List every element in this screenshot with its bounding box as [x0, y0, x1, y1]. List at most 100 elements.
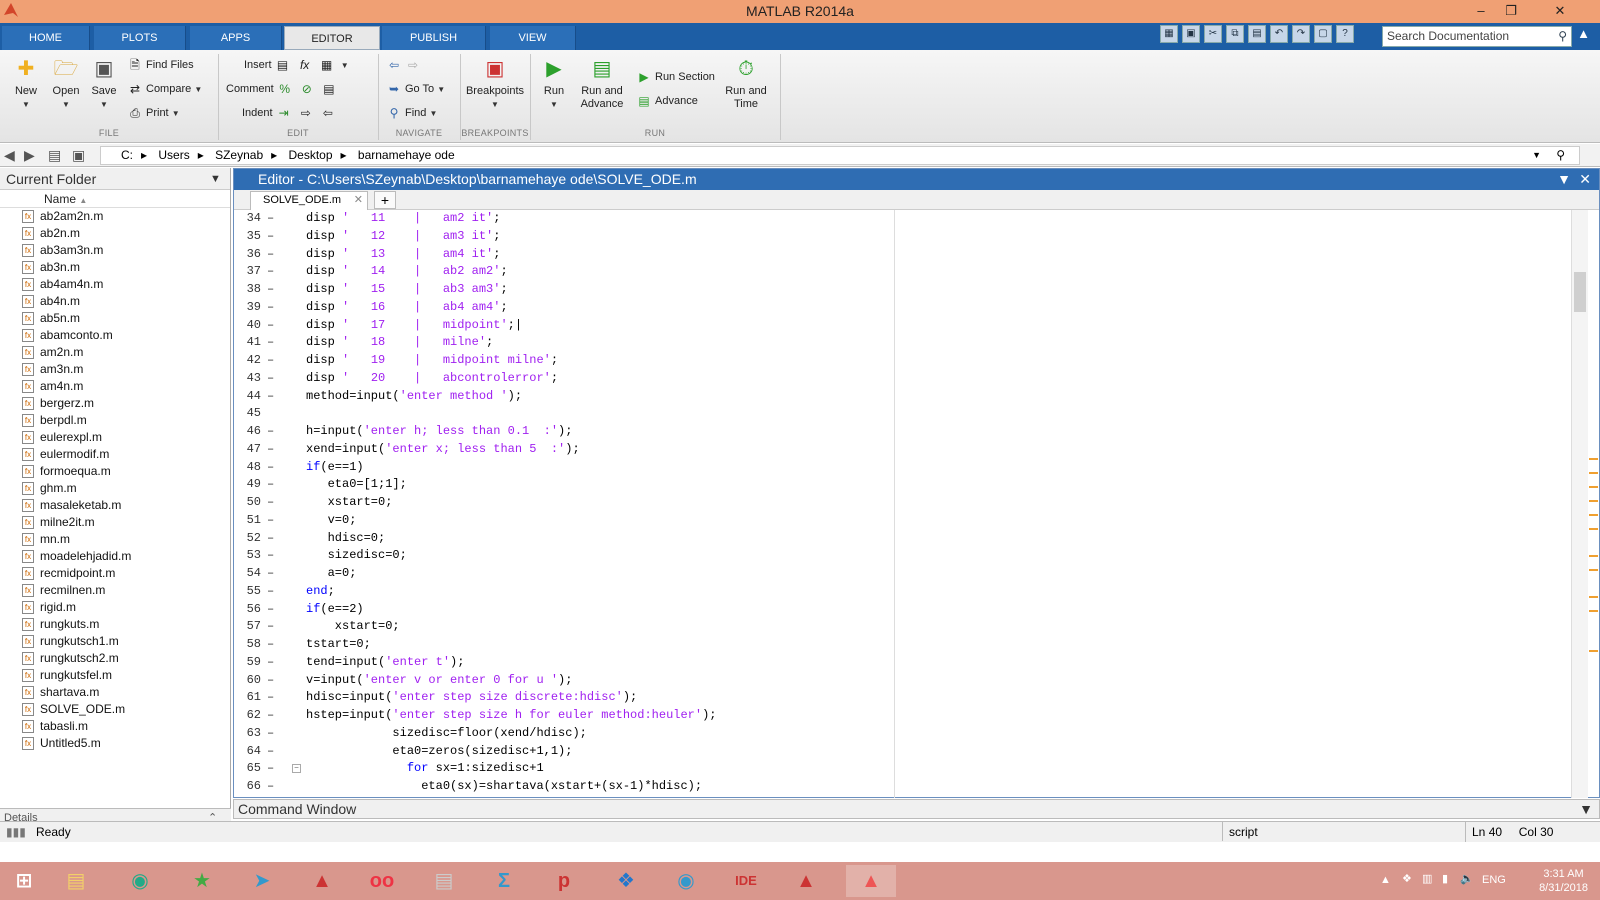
tab-editor[interactable]: EDITOR — [284, 26, 380, 50]
warning-mark[interactable] — [1589, 486, 1598, 488]
code-line[interactable]: 38– disp ' 15 | ab3 am3'; — [234, 281, 1572, 299]
dropbox-icon[interactable]: ❖ — [606, 865, 646, 897]
comment-button[interactable]: Comment % ⊘ ▤ — [226, 80, 340, 98]
oo-app-icon[interactable]: oo — [362, 865, 402, 897]
acrobat-icon[interactable]: ▲ — [786, 865, 826, 897]
paste-icon[interactable]: ▤ — [1248, 25, 1266, 43]
file-item[interactable]: fx SOLVE_ODE.m — [0, 701, 230, 718]
file-item[interactable]: fx formoequa.m — [0, 463, 230, 480]
breakpoint-marker[interactable]: – — [267, 725, 274, 743]
breakpoint-marker[interactable]: – — [267, 689, 274, 707]
dropbox-tray-icon[interactable]: ❖ — [1402, 872, 1412, 885]
code-line[interactable]: 43– disp ' 20 | abcontrolerror'; — [234, 370, 1572, 388]
file-item[interactable]: fx Untitled5.m — [0, 735, 230, 752]
signal-icon[interactable]: ▮ — [1442, 872, 1448, 885]
sigma-app-icon[interactable]: Σ — [484, 865, 524, 897]
code-line[interactable]: 60– v=input('enter v or enter 0 for u '); — [234, 672, 1572, 690]
code-line[interactable]: 55– end; — [234, 583, 1572, 601]
file-item[interactable]: fx berpdl.m — [0, 412, 230, 429]
breadcrumb-item[interactable]: SZeynab — [215, 148, 263, 162]
breakpoint-marker[interactable]: – — [267, 778, 274, 796]
breakpoint-marker[interactable]: – — [267, 583, 274, 601]
shield-app-icon[interactable]: ◉ — [666, 865, 706, 897]
run-and-time-button[interactable]: ⏱ Run and Time — [720, 56, 772, 111]
uncomment-icon[interactable]: ⊘ — [299, 82, 315, 96]
file-item[interactable]: fx milne2it.m — [0, 514, 230, 531]
code-area[interactable]: 34– disp ' 11 | am2 it'; 35– disp ' 12 | am… — [234, 210, 1572, 798]
code-line[interactable]: 62– hstep=input('enter step size h for eu… — [234, 707, 1572, 725]
panel-menu-icon[interactable]: ▼ — [210, 168, 221, 190]
open-button[interactable]: 🗁 Open ▼ — [46, 56, 86, 111]
breakpoint-marker[interactable]: – — [267, 547, 274, 565]
print-button[interactable]: ⎙ Print ▼ — [127, 104, 179, 122]
file-item[interactable]: fx rungkutsfel.m — [0, 667, 230, 684]
breakpoint-marker[interactable]: – — [267, 228, 274, 246]
copy-icon[interactable]: ⧉ — [1226, 25, 1244, 43]
code-line[interactable]: 54– a=0; — [234, 565, 1572, 583]
editor-menu-icon[interactable]: ▼ — [1557, 169, 1571, 190]
comment-percent-icon[interactable]: % — [277, 82, 293, 96]
code-line[interactable]: 42– disp ' 19 | midpoint milne'; — [234, 352, 1572, 370]
close-editor-icon[interactable]: ✕ — [1579, 169, 1591, 190]
warning-mark[interactable] — [1589, 569, 1598, 571]
new-tab-button[interactable]: + — [374, 191, 396, 209]
code-line[interactable]: 40– disp ' 17 | midpoint';| — [234, 317, 1572, 335]
breakpoint-marker[interactable]: – — [267, 246, 274, 264]
file-item[interactable]: fx abamconto.m — [0, 327, 230, 344]
file-item[interactable]: fx ab3am3n.m — [0, 242, 230, 259]
breakpoint-marker[interactable]: – — [267, 636, 274, 654]
code-line[interactable]: 61– hdisc=input('enter step size discrete… — [234, 689, 1572, 707]
code-line[interactable]: 51– v=0; — [234, 512, 1572, 530]
compare-button[interactable]: ⇄ Compare ▼ — [127, 80, 202, 98]
warning-mark[interactable] — [1589, 472, 1598, 474]
breakpoint-marker[interactable]: – — [267, 441, 274, 459]
start-icon[interactable]: ⊞ — [4, 865, 44, 897]
file-item[interactable]: fx ab4n.m — [0, 293, 230, 310]
save-icon[interactable]: ▣ — [1182, 25, 1200, 43]
code-line[interactable]: 46– h=input('enter h; less than 0.1 :'); — [234, 423, 1572, 441]
code-line[interactable]: 44– method=input('enter method '); — [234, 388, 1572, 406]
new-button[interactable]: ✚ New ▼ — [6, 56, 46, 111]
advance-button[interactable]: ▤ Advance — [636, 92, 697, 110]
file-item[interactable]: fx rungkutsch2.m — [0, 650, 230, 667]
file-item[interactable]: fx am3n.m — [0, 361, 230, 378]
code-line[interactable]: 34– disp ' 11 | am2 it'; — [234, 210, 1572, 228]
wrap-comments-icon[interactable]: ▤ — [321, 82, 337, 96]
file-item[interactable]: fx rungkutsch1.m — [0, 633, 230, 650]
file-item[interactable]: fx ghm.m — [0, 480, 230, 497]
find-button[interactable]: ⚲ Find ▼ — [386, 104, 438, 122]
ide-app-icon[interactable]: IDE — [726, 865, 766, 897]
breakpoint-marker[interactable]: – — [267, 210, 274, 228]
file-item[interactable]: fx masaleketab.m — [0, 497, 230, 514]
breakpoint-marker[interactable]: – — [267, 352, 274, 370]
p-app-icon[interactable]: p — [544, 865, 584, 897]
file-item[interactable]: fx am4n.m — [0, 378, 230, 395]
indent-right-icon[interactable]: ⇨ — [298, 106, 314, 120]
code-line[interactable]: 50– xstart=0; — [234, 494, 1572, 512]
file-item[interactable]: fx tabasli.m — [0, 718, 230, 735]
tray-arrow-icon[interactable]: ▲ — [1380, 874, 1391, 886]
file-item[interactable]: fx eulerexpl.m — [0, 429, 230, 446]
file-item[interactable]: fx recmilnen.m — [0, 582, 230, 599]
file-explorer-icon[interactable]: ▤ — [56, 865, 96, 897]
file-item[interactable]: fx am2n.m — [0, 344, 230, 361]
up-folder-icon[interactable]: ▤ — [48, 147, 61, 164]
warning-mark[interactable] — [1589, 500, 1598, 502]
breakpoint-marker[interactable]: – — [267, 760, 274, 778]
maximize-button[interactable]: ❐ — [1496, 0, 1526, 22]
matlab-taskbar-icon[interactable]: ▲ — [846, 865, 896, 897]
breakpoint-marker[interactable]: – — [267, 494, 274, 512]
back-icon[interactable]: ◀ — [4, 147, 15, 164]
file-item[interactable]: fx ab3n.m — [0, 259, 230, 276]
breakpoint-marker[interactable]: – — [267, 263, 274, 281]
breakpoint-marker[interactable]: – — [267, 512, 274, 530]
breakpoint-marker[interactable]: – — [267, 743, 274, 761]
code-line[interactable]: 52– hdisc=0; — [234, 530, 1572, 548]
run-button[interactable]: ▶ Run ▼ — [534, 56, 574, 111]
code-line[interactable]: 58– tstart=0; — [234, 636, 1572, 654]
code-line[interactable]: 64– eta0=zeros(sizedisc+1,1); — [234, 743, 1572, 761]
help-icon[interactable]: ? — [1336, 25, 1354, 43]
search-documentation-input[interactable]: Search Documentation ⚲ — [1382, 26, 1572, 47]
breakpoint-marker[interactable]: – — [267, 388, 274, 406]
language-indicator[interactable]: ENG — [1482, 874, 1506, 886]
